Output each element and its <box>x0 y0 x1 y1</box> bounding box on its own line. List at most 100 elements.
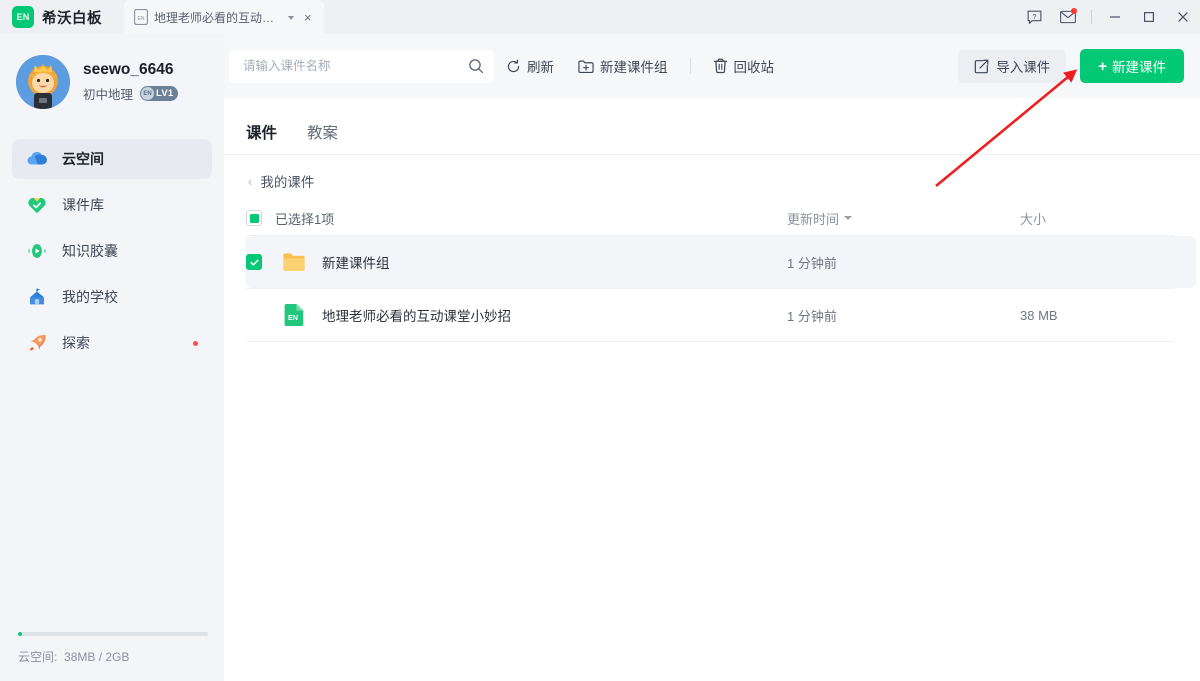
user-subject: 初中地理 <box>83 84 133 103</box>
sidebar-nav: 云空间 课件库 知识胶囊 <box>0 139 224 363</box>
sidebar-item-label: 云空间 <box>62 149 104 169</box>
row-time: 1 分钟前 <box>787 306 837 325</box>
checkbox-indeterminate-mark <box>250 214 259 223</box>
column-header-time[interactable]: 更新时间 <box>787 209 852 228</box>
tab-label: 课件 <box>246 125 277 142</box>
recycle-bin-label: 回收站 <box>734 56 775 76</box>
check-icon <box>249 257 260 268</box>
search-box[interactable] <box>229 50 494 83</box>
username-row[interactable]: seewo_6646 <box>83 61 187 79</box>
sidebar-item-courseware[interactable]: 课件库 <box>12 185 212 225</box>
maximize-button[interactable] <box>1132 0 1166 34</box>
sidebar-item-cloud[interactable]: 云空间 <box>12 139 212 179</box>
row-name: 新建课件组 <box>322 252 390 272</box>
row-checkbox[interactable] <box>246 307 262 323</box>
row-name: 地理老师必看的互动课堂小妙招 <box>322 305 511 325</box>
new-folder-icon <box>578 59 594 74</box>
chevron-down-icon[interactable] <box>288 16 294 20</box>
en-document-icon: EN <box>282 303 306 327</box>
new-courseware-button[interactable]: + 新建课件 <box>1080 49 1184 83</box>
import-icon <box>974 59 989 74</box>
document-tab-title: 地理老师必看的互动课堂小... <box>154 9 282 26</box>
storage-indicator: 云空间: 38MB / 2GB <box>0 632 224 681</box>
sort-chevron-down-icon[interactable] <box>844 216 852 220</box>
mail-icon[interactable] <box>1051 0 1085 34</box>
storage-value: 38MB / 2GB <box>64 650 129 664</box>
new-folder-label: 新建课件组 <box>600 56 668 76</box>
refresh-button[interactable]: 刷新 <box>494 50 566 83</box>
sidebar: seewo_6646 初中地理 EN LV1 云空间 <box>0 34 224 681</box>
import-label: 导入课件 <box>996 56 1050 76</box>
tab-lesson-plan[interactable]: 教案 <box>307 121 338 154</box>
new-courseware-label: 新建课件 <box>1112 56 1166 76</box>
new-badge-dot <box>193 341 198 346</box>
file-icon: EN <box>134 9 148 25</box>
svg-text:EN: EN <box>288 313 298 322</box>
refresh-label: 刷新 <box>527 56 554 76</box>
chevron-left-icon[interactable]: ‹ <box>248 175 252 188</box>
window-controls: ? <box>1017 0 1200 34</box>
help-icon[interactable]: ? <box>1017 0 1051 34</box>
app-logo-icon: EN <box>12 6 34 28</box>
title-bar: EN 希沃白板 EN 地理老师必看的互动课堂小... × ? <box>0 0 1200 34</box>
toolbar-separator <box>690 58 691 74</box>
row-divider <box>246 341 1174 342</box>
storage-label: 云空间: <box>18 650 57 664</box>
content-tabs: 课件 教案 <box>224 98 1200 154</box>
courseware-heart-icon <box>26 194 48 216</box>
import-courseware-button[interactable]: 导入课件 <box>958 50 1066 83</box>
search-input[interactable] <box>243 59 468 73</box>
document-tab[interactable]: EN 地理老师必看的互动课堂小... × <box>124 0 324 34</box>
breadcrumb[interactable]: ‹ 我的课件 <box>224 155 1200 191</box>
refresh-icon <box>506 59 521 74</box>
notification-dot <box>1071 8 1077 14</box>
sidebar-item-label: 课件库 <box>62 195 104 215</box>
app-title: 希沃白板 <box>42 7 102 28</box>
storage-progress-fill <box>18 632 22 636</box>
storage-progress-bar <box>18 632 208 636</box>
table-row[interactable]: EN 地理老师必看的互动课堂小妙招 1 分钟前 38 MB <box>246 289 1196 341</box>
sidebar-item-my-school[interactable]: 我的学校 <box>12 277 212 317</box>
school-icon <box>26 286 48 308</box>
select-all-checkbox[interactable] <box>246 210 262 226</box>
cloud-icon <box>26 148 48 170</box>
toolbar-actions: 导入课件 + 新建课件 <box>958 49 1200 83</box>
close-icon[interactable]: × <box>300 11 316 24</box>
sidebar-item-explore[interactable]: 探索 <box>12 323 212 363</box>
tab-label: 教案 <box>307 125 338 142</box>
badge-en-icon: EN <box>141 87 154 100</box>
row-checkbox[interactable] <box>246 254 262 270</box>
content-area: 课件 教案 ‹ 我的课件 已选择1项 更新时间 大小 <box>224 98 1200 681</box>
profile-text: seewo_6646 初中地理 EN LV1 <box>83 61 187 103</box>
sidebar-item-knowledge-capsule[interactable]: 知识胶囊 <box>12 231 212 271</box>
avatar[interactable] <box>16 55 70 109</box>
column-header-time-label: 更新时间 <box>787 209 839 228</box>
profile-subtitle-row: 初中地理 EN LV1 <box>83 84 187 103</box>
list-header: 已选择1项 更新时间 大小 <box>224 201 1200 235</box>
column-header-size: 大小 <box>1020 209 1046 228</box>
folder-icon <box>282 250 306 274</box>
minimize-button[interactable] <box>1098 0 1132 34</box>
rocket-icon <box>26 332 48 354</box>
search-icon[interactable] <box>468 58 484 74</box>
row-checkbox-slot <box>246 254 262 270</box>
level-text: LV1 <box>156 88 173 99</box>
tab-courseware[interactable]: 课件 <box>246 121 277 154</box>
close-button[interactable] <box>1166 0 1200 34</box>
svg-text:?: ? <box>1032 14 1036 21</box>
new-folder-button[interactable]: 新建课件组 <box>566 50 680 83</box>
toolbar-divider <box>1091 10 1092 24</box>
user-profile[interactable]: seewo_6646 初中地理 EN LV1 <box>0 34 224 109</box>
table-row[interactable]: 新建课件组 1 分钟前 <box>246 236 1196 288</box>
sidebar-item-label: 探索 <box>62 333 90 353</box>
recycle-bin-button[interactable]: 回收站 <box>701 50 787 83</box>
main-toolbar: 刷新 新建课件组 回收站 <box>224 34 1200 98</box>
app-window: EN 希沃白板 EN 地理老师必看的互动课堂小... × ? <box>0 0 1200 681</box>
trash-icon <box>713 58 728 74</box>
selection-count-label: 已选择1项 <box>275 209 334 228</box>
capsule-icon <box>26 240 48 262</box>
plus-icon: + <box>1098 59 1107 74</box>
username: seewo_6646 <box>83 61 174 79</box>
storage-text: 云空间: 38MB / 2GB <box>18 648 206 665</box>
row-checkbox-slot <box>246 307 262 323</box>
